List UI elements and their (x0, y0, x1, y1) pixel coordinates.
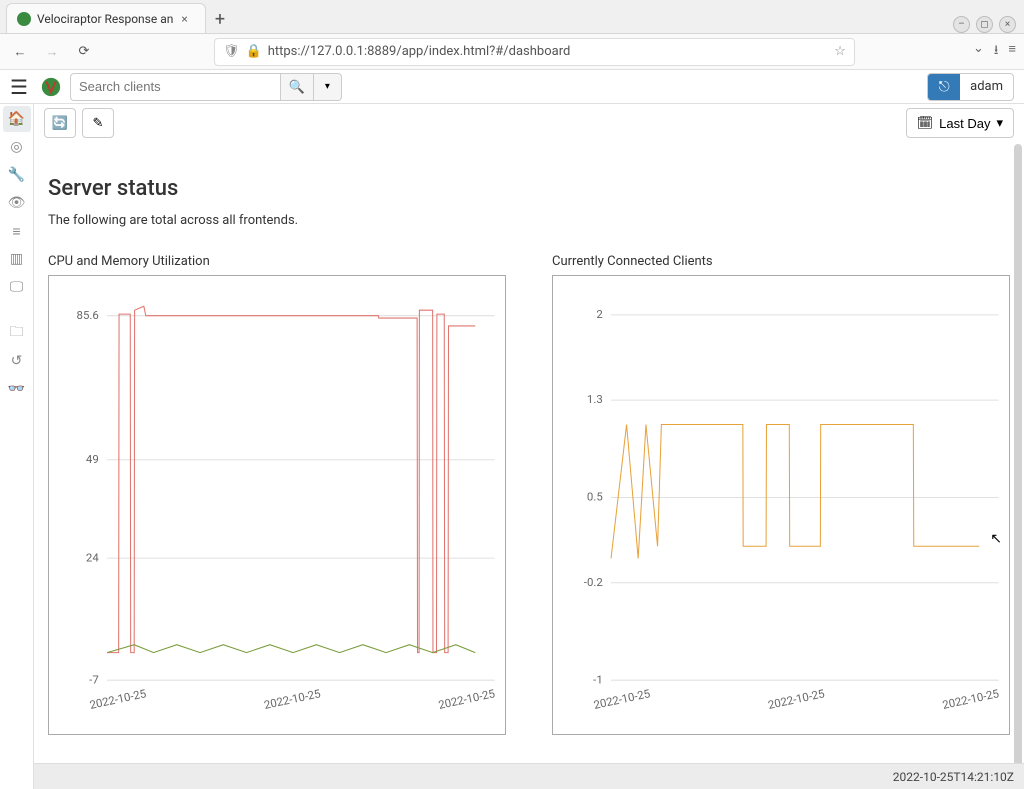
content-toolbar: 🔄 ✎ 🗓 Last Day ▾ (34, 104, 1024, 142)
search-input[interactable] (70, 73, 280, 101)
lock-icon: 🔒 (246, 44, 262, 59)
close-tab-icon[interactable]: × (181, 12, 187, 26)
svg-text:-7: -7 (89, 672, 99, 686)
edit-button[interactable]: ✎ (82, 108, 114, 138)
address-bar[interactable]: 🛡 🔒 https://127.0.0.1:8889/app/index.htm… (214, 38, 855, 66)
chart-title-clients: Currently Connected Clients (552, 254, 1010, 269)
svg-text:2022-10-25: 2022-10-25 (592, 686, 651, 712)
rail-item-binoculars[interactable]: 👓 (3, 376, 31, 402)
rail-item-history[interactable]: ↺ (3, 348, 31, 374)
svg-text:2: 2 (596, 307, 602, 321)
chevron-down-icon: ▾ (325, 81, 330, 92)
status-timestamp: 2022-10-25T14:21:10Z (893, 770, 1014, 784)
left-rail: 🏠◎🔧👁≡▥🖵 🗀↺👓 (0, 104, 34, 789)
tab-title: Velociraptor Response an (37, 12, 173, 26)
rail-item-tools[interactable]: 🔧 (3, 162, 31, 188)
rail-item-book[interactable]: ▥ (3, 246, 31, 272)
svg-text:2022-10-25: 2022-10-25 (437, 686, 496, 712)
app-header: ☰ 🔍 ▾ ⎋ adam (0, 70, 1024, 104)
svg-text:2022-10-25: 2022-10-25 (767, 686, 826, 712)
svg-text:49: 49 (86, 452, 99, 466)
logout-icon: ⎋ (928, 74, 960, 100)
svg-text:2022-10-25: 2022-10-25 (941, 686, 1000, 712)
rail-item-view[interactable]: 👁 (3, 190, 31, 216)
vertical-scrollbar[interactable] (1014, 144, 1022, 784)
svg-text:1.3: 1.3 (587, 392, 603, 406)
rail-item-list[interactable]: ≡ (3, 218, 31, 244)
svg-text:-0.2: -0.2 (584, 575, 603, 589)
browser-toolbar: ← → ⟳ 🛡 🔒 https://127.0.0.1:8889/app/ind… (0, 34, 1024, 70)
menu-icon[interactable]: ≡ (1008, 41, 1016, 63)
new-tab-button[interactable]: + (206, 5, 234, 33)
url-text: https://127.0.0.1:8889/app/index.html?#/… (268, 44, 571, 59)
client-search-group: 🔍 ▾ (70, 73, 342, 101)
search-dropdown-button[interactable]: ▾ (314, 73, 342, 101)
search-button[interactable]: 🔍 (280, 73, 314, 101)
svg-text:2022-10-25: 2022-10-25 (88, 686, 147, 712)
rail-item-home[interactable]: 🏠 (3, 106, 31, 132)
velociraptor-logo (40, 76, 62, 98)
download-icon[interactable]: ⭳ (994, 41, 999, 63)
window-close-button[interactable]: × (999, 16, 1016, 33)
favicon (17, 12, 31, 26)
forward-button[interactable]: → (40, 40, 64, 64)
cpu-memory-chart: -7 24 49 85.6 2022-10-25 2022-10-25 2022-10-25 (48, 275, 506, 735)
calendar-icon: 🗓 (917, 115, 934, 131)
reload-button[interactable]: ⟳ (72, 40, 96, 64)
rail-item-target[interactable]: ◎ (3, 134, 31, 160)
dashboard-content: 🔄 ✎ 🗓 Last Day ▾ Server status The follo… (34, 104, 1024, 789)
chevron-down-icon: ▾ (996, 115, 1003, 131)
status-bar: 2022-10-25T14:21:10Z (34, 763, 1024, 789)
refresh-button[interactable]: 🔄 (44, 108, 76, 138)
window-minimize-button[interactable]: – (953, 16, 970, 33)
svg-text:2022-10-25: 2022-10-25 (263, 686, 322, 712)
chart-title-cpu: CPU and Memory Utilization (48, 254, 506, 269)
time-range-dropdown[interactable]: 🗓 Last Day ▾ (906, 108, 1014, 138)
user-menu[interactable]: ⎋ adam (927, 73, 1014, 101)
page-subtitle: The following are total across all front… (48, 213, 1010, 228)
page-title: Server status (48, 176, 1010, 201)
refresh-icon: 🔄 (52, 115, 68, 131)
svg-text:24: 24 (86, 550, 99, 564)
window-maximize-button[interactable]: ◻ (976, 16, 993, 33)
search-icon: 🔍 (289, 79, 305, 95)
time-range-label: Last Day (939, 116, 990, 131)
browser-tab[interactable]: Velociraptor Response an × (6, 3, 206, 33)
svg-text:0.5: 0.5 (587, 490, 603, 504)
shield-icon: 🛡 (223, 44, 240, 59)
browser-tab-strip: Velociraptor Response an × + – ◻ × (0, 0, 1024, 34)
bookmark-star-icon[interactable]: ☆ (834, 44, 846, 59)
username-label: adam (960, 79, 1013, 94)
svg-text:85.6: 85.6 (77, 308, 99, 322)
pencil-icon: ✎ (93, 115, 104, 131)
rail-item-folder[interactable]: 🗀 (3, 320, 31, 346)
pocket-icon[interactable]: ⌄ (973, 41, 984, 63)
hamburger-icon[interactable]: ☰ (10, 75, 28, 99)
back-button[interactable]: ← (8, 40, 32, 64)
svg-text:-1: -1 (593, 672, 603, 686)
connected-clients-chart: -1 -0.2 0.5 1.3 2 2022-10-25 2022-10-25 2022-10… (552, 275, 1010, 735)
rail-item-monitor[interactable]: 🖵 (3, 274, 31, 300)
